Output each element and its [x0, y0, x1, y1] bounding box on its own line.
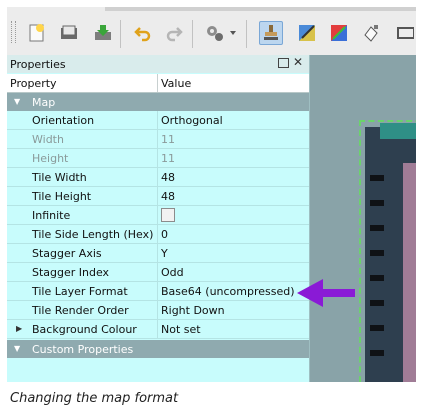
- group-label: Map: [32, 96, 56, 109]
- map-tile-detail: [370, 350, 384, 356]
- toolbar-grip[interactable]: [11, 21, 16, 43]
- property-value[interactable]: Orthogonal: [161, 114, 223, 127]
- collapse-arrow-icon[interactable]: ▼: [14, 344, 20, 353]
- terrain-brush-icon[interactable]: [295, 21, 319, 45]
- group-map[interactable]: ▼ Map: [7, 93, 309, 111]
- rectangle-select-icon[interactable]: [395, 21, 415, 45]
- table-header: Property Value: [7, 74, 309, 93]
- property-value: 11: [161, 133, 175, 146]
- annotation-arrow-head: [297, 279, 323, 307]
- column-header-property[interactable]: Property: [10, 77, 57, 90]
- property-value: 11: [161, 152, 175, 165]
- property-name: Tile Height: [32, 190, 92, 203]
- property-row-infinite[interactable]: Infinite: [7, 206, 309, 225]
- map-tile-detail: [370, 300, 384, 306]
- save-icon[interactable]: [91, 21, 115, 45]
- row-divider: [157, 320, 158, 339]
- property-name: Tile Render Order: [32, 304, 129, 317]
- row-divider: [157, 111, 158, 130]
- commands-icon[interactable]: [203, 21, 239, 45]
- property-name: Orientation: [32, 114, 95, 127]
- property-row-tile-height[interactable]: Tile Height 48: [7, 187, 309, 206]
- toolbar-top-edge: [105, 7, 416, 11]
- property-row-orientation[interactable]: Orientation Orthogonal: [7, 111, 309, 130]
- row-divider: [157, 206, 158, 225]
- undo-icon[interactable]: [131, 21, 155, 45]
- map-tiles-pink: [403, 163, 416, 382]
- row-divider: [157, 168, 158, 187]
- figure-caption: Changing the map format: [10, 391, 179, 406]
- expand-arrow-icon[interactable]: ▶: [16, 324, 22, 333]
- map-tile-detail: [370, 225, 384, 231]
- new-map-icon[interactable]: [25, 21, 49, 45]
- property-row-background-colour[interactable]: ▶ Background Colour Not set: [7, 320, 309, 339]
- infinite-checkbox[interactable]: [161, 208, 175, 222]
- property-value[interactable]: 48: [161, 171, 175, 184]
- tile-layer-format-dropdown[interactable]: Base64 (uncompressed): [161, 285, 295, 298]
- property-row-width[interactable]: Width 11: [7, 130, 309, 149]
- toolbar-separator: [120, 20, 121, 48]
- map-tile-detail: [370, 275, 384, 281]
- open-icon[interactable]: [57, 21, 81, 45]
- panel-title: Properties: [10, 58, 66, 71]
- annotation-arrow-shaft: [321, 289, 355, 297]
- map-tile-detail: [370, 175, 384, 181]
- map-tile-detail: [370, 200, 384, 206]
- map-tile-detail: [370, 325, 384, 331]
- property-name: Tile Side Length (Hex): [32, 228, 154, 241]
- property-row-tile-layer-format[interactable]: Tile Layer Format Base64 (uncompressed): [7, 282, 309, 301]
- float-panel-icon[interactable]: [278, 58, 289, 68]
- panel-titlebar: Properties ✕: [7, 55, 309, 73]
- property-name: Infinite: [32, 209, 71, 222]
- property-name: Stagger Index: [32, 266, 110, 279]
- screenshot: Properties ✕ Property Value ▼ Map Orient…: [7, 7, 416, 382]
- map-view[interactable]: [310, 55, 416, 382]
- bucket-fill-icon[interactable]: [327, 21, 351, 45]
- toolbar-separator: [192, 20, 193, 48]
- collapse-arrow-icon[interactable]: ▼: [14, 97, 20, 106]
- property-row-tile-render-order[interactable]: Tile Render Order Right Down: [7, 301, 309, 320]
- row-divider: [157, 187, 158, 206]
- column-divider[interactable]: [157, 74, 158, 92]
- redo-icon[interactable]: [162, 21, 186, 45]
- property-row-height[interactable]: Height 11: [7, 149, 309, 168]
- row-divider: [157, 263, 158, 282]
- property-name: Tile Layer Format: [32, 285, 128, 298]
- property-name: Width: [32, 133, 64, 146]
- property-row-stagger-axis[interactable]: Stagger Axis Y: [7, 244, 309, 263]
- property-row-tile-width[interactable]: Tile Width 48: [7, 168, 309, 187]
- column-header-value[interactable]: Value: [161, 77, 191, 90]
- row-divider: [157, 244, 158, 263]
- eraser-icon[interactable]: [359, 21, 383, 45]
- row-divider: [157, 225, 158, 244]
- row-divider: [157, 149, 158, 168]
- property-name: Background Colour: [32, 323, 137, 336]
- row-divider: [157, 282, 158, 301]
- map-tiles-teal: [380, 123, 416, 139]
- property-row-stagger-index[interactable]: Stagger Index Odd: [7, 263, 309, 282]
- properties-panel: Properties ✕ Property Value ▼ Map Orient…: [7, 55, 310, 382]
- property-name: Stagger Axis: [32, 247, 102, 260]
- toolbar-separator: [246, 20, 247, 48]
- map-tile-detail: [370, 250, 384, 256]
- property-value[interactable]: Right Down: [161, 304, 225, 317]
- property-value[interactable]: Not set: [161, 323, 201, 336]
- property-value[interactable]: 48: [161, 190, 175, 203]
- property-value[interactable]: Odd: [161, 266, 184, 279]
- property-name: Height: [32, 152, 69, 165]
- property-row-tile-side-length[interactable]: Tile Side Length (Hex) 0: [7, 225, 309, 244]
- group-custom-properties[interactable]: ▼ Custom Properties: [7, 340, 309, 358]
- row-divider: [157, 301, 158, 320]
- main-toolbar: [7, 7, 416, 55]
- stamp-brush-icon[interactable]: [259, 21, 283, 45]
- property-value[interactable]: Y: [161, 247, 168, 260]
- property-name: Tile Width: [32, 171, 87, 184]
- group-label: Custom Properties: [32, 343, 134, 356]
- close-icon[interactable]: ✕: [293, 55, 303, 69]
- row-divider: [157, 130, 158, 149]
- property-value[interactable]: 0: [161, 228, 168, 241]
